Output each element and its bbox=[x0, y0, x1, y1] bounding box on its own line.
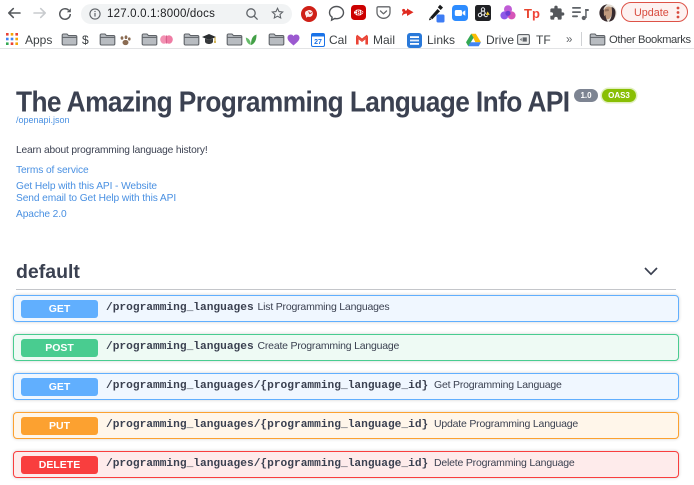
svg-text:CBS: CBS bbox=[353, 11, 364, 17]
svg-text:27: 27 bbox=[314, 39, 322, 46]
